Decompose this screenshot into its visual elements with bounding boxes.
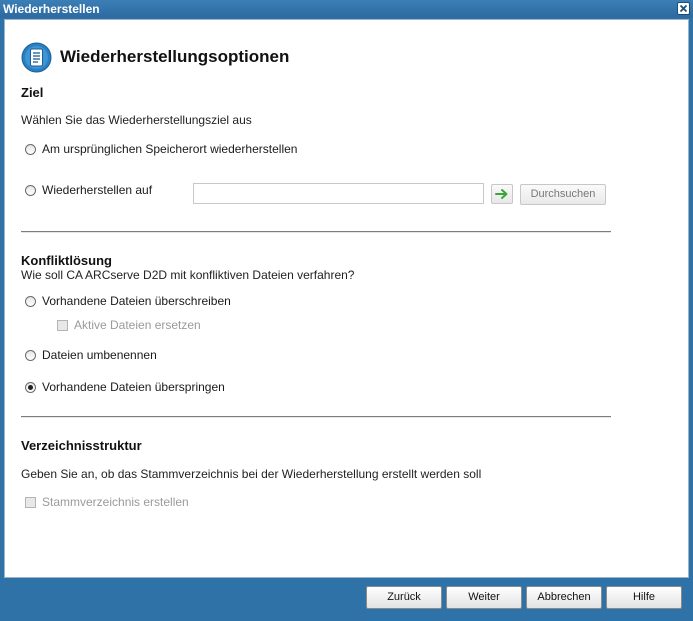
radio-button[interactable] bbox=[25, 295, 36, 307]
radio-overwrite-files[interactable]: Vorhandene Dateien überschreiben bbox=[25, 293, 231, 309]
radio-label: Dateien umbenennen bbox=[42, 348, 157, 362]
radio-restore-to[interactable]: Wiederherstellen auf bbox=[25, 182, 152, 198]
window-title: Wiederherstellen bbox=[3, 2, 100, 16]
destination-instruction: Wählen Sie das Wiederherstellungsziel au… bbox=[21, 113, 252, 127]
page-title: Wiederherstellungsoptionen bbox=[60, 47, 290, 66]
destination-section-title: Ziel bbox=[21, 85, 44, 100]
radio-button[interactable] bbox=[25, 349, 36, 361]
divider bbox=[21, 231, 611, 233]
radio-rename-files[interactable]: Dateien umbenennen bbox=[25, 347, 157, 363]
close-icon[interactable] bbox=[677, 2, 690, 15]
radio-skip-files[interactable]: Vorhandene Dateien überspringen bbox=[25, 379, 225, 395]
help-button[interactable]: Hilfe bbox=[606, 586, 682, 609]
back-button[interactable]: Zurück bbox=[366, 586, 442, 609]
directory-section-title: Verzeichnisstruktur bbox=[21, 438, 142, 453]
next-button[interactable]: Weiter bbox=[446, 586, 522, 609]
checkbox-replace-active-files[interactable]: Aktive Dateien ersetzen bbox=[57, 317, 201, 333]
radio-label: Vorhandene Dateien überschreiben bbox=[42, 294, 231, 308]
cancel-button[interactable]: Abbrechen bbox=[526, 586, 602, 609]
radio-label: Am ursprünglichen Speicherort wiederhers… bbox=[42, 142, 298, 156]
checkbox[interactable] bbox=[57, 319, 68, 331]
directory-description: Geben Sie an, ob das Stammverzeichnis be… bbox=[21, 467, 482, 481]
radio-button-selected[interactable] bbox=[25, 381, 36, 393]
go-button[interactable] bbox=[491, 184, 513, 204]
checkbox[interactable] bbox=[25, 496, 36, 508]
browse-button[interactable]: Durchsuchen bbox=[520, 184, 606, 205]
radio-original-location[interactable]: Am ursprünglichen Speicherort wiederhers… bbox=[25, 141, 297, 157]
conflict-question: Wie soll CA ARCserve D2D mit konfliktive… bbox=[21, 268, 355, 282]
document-list-icon bbox=[21, 42, 52, 73]
radio-label: Vorhandene Dateien überspringen bbox=[42, 380, 225, 394]
restore-dialog: Wiederherstellen Wiederherstellungsoptio… bbox=[0, 0, 693, 621]
radio-label: Wiederherstellen auf bbox=[42, 183, 153, 197]
arrow-right-icon bbox=[495, 189, 508, 199]
radio-button[interactable] bbox=[25, 143, 36, 155]
conflict-section-title: Konfliktlösung bbox=[21, 253, 112, 268]
divider bbox=[21, 416, 611, 418]
checkbox-label: Aktive Dateien ersetzen bbox=[74, 318, 201, 332]
restore-path-input[interactable] bbox=[193, 183, 484, 204]
title-bar: Wiederherstellen bbox=[0, 0, 693, 18]
checkbox-create-root-directory[interactable]: Stammverzeichnis erstellen bbox=[25, 494, 189, 510]
radio-button[interactable] bbox=[25, 184, 36, 196]
dialog-content: Wiederherstellungsoptionen Ziel Wählen S… bbox=[4, 19, 689, 578]
checkbox-label: Stammverzeichnis erstellen bbox=[42, 495, 189, 509]
